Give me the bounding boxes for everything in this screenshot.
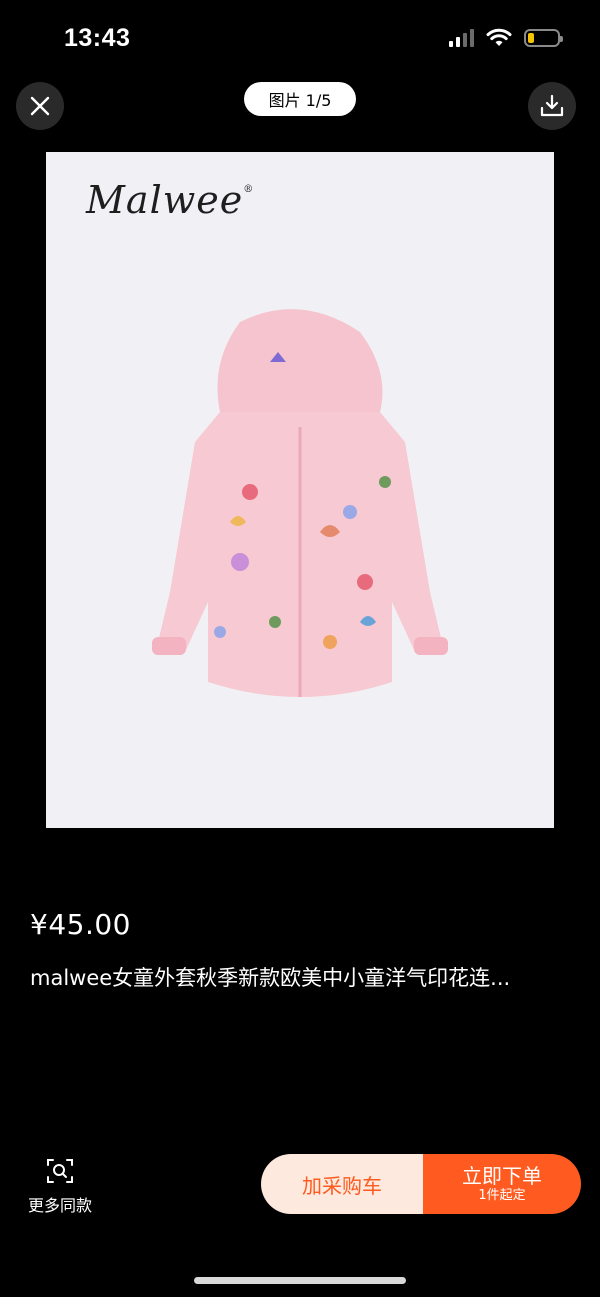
home-indicator[interactable] [194, 1277, 406, 1284]
more-similar-button[interactable]: 更多同款 [20, 1156, 100, 1216]
wifi-icon [486, 28, 512, 46]
add-to-cart-button[interactable]: 加采购车 [261, 1154, 423, 1214]
product-image[interactable]: Malwee® [46, 152, 554, 828]
product-price: ¥45.00 [30, 908, 131, 941]
status-time: 13:43 [64, 24, 131, 52]
image-search-icon [47, 1159, 73, 1183]
download-icon [540, 94, 564, 117]
download-button[interactable] [528, 82, 576, 130]
buy-now-label: 立即下单 [462, 1164, 542, 1188]
jacket-illustration [152, 309, 448, 697]
more-similar-label: 更多同款 [27, 1196, 92, 1215]
product-title: malwee女童外套秋季新款欧美中小童洋气印花连... [30, 966, 511, 990]
status-bar: 13:43 [0, 0, 600, 80]
close-button[interactable] [16, 82, 64, 130]
battery-level [528, 33, 534, 43]
battery-icon [524, 29, 563, 47]
image-counter: 图片 1/5 [244, 82, 356, 116]
buy-now-button[interactable]: 立即下单 1件起定 [423, 1154, 581, 1214]
close-icon [30, 96, 50, 116]
brand-logo: Malwee® [86, 178, 255, 222]
min-order-label: 1件起定 [478, 1188, 526, 1203]
status-icons [449, 28, 563, 48]
cellular-signal-icon [449, 29, 474, 47]
add-to-cart-label: 加采购车 [302, 1173, 382, 1198]
